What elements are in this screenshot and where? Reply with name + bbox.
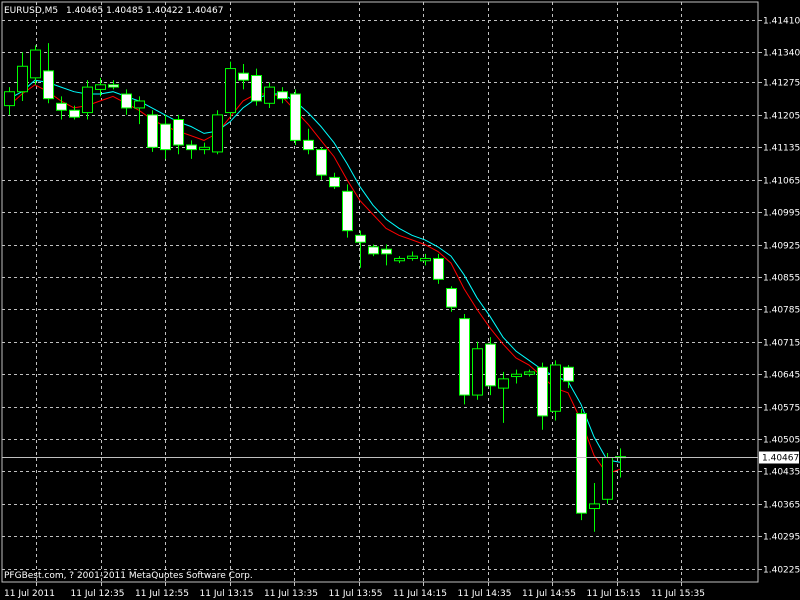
x-tick-label: 11 Jul 2011	[4, 589, 55, 599]
candle	[147, 110, 158, 152]
candle-body-bull	[212, 114, 223, 153]
y-tick-label: 1.40505	[763, 436, 800, 446]
candle	[459, 314, 470, 405]
y-tick-label: 1.40995	[763, 209, 800, 219]
candle	[576, 408, 587, 521]
candle-body-bull	[472, 348, 483, 396]
candle	[433, 253, 444, 284]
candle-body-bull	[134, 100, 145, 109]
y-tick-label: 1.40715	[763, 339, 800, 349]
candle-body-bull	[511, 373, 522, 378]
candle-body-bear	[43, 70, 54, 100]
candle-body-bear	[446, 288, 457, 308]
candle-body-bear	[576, 413, 587, 514]
candle-body-bull	[524, 371, 535, 375]
y-tick-label: 1.40645	[763, 371, 800, 381]
candle-body-bull	[420, 257, 431, 262]
candle-body-bear	[485, 343, 496, 387]
candle-body-bear	[303, 139, 314, 151]
candle	[472, 341, 483, 400]
candle	[602, 452, 613, 504]
candle	[290, 89, 301, 145]
candle-body-bear	[251, 75, 262, 102]
copyright-text: PFGBest.com, ? 2001-2011 MetaQuotes Soft…	[4, 571, 253, 581]
x-tick-label: 11 Jul 14:55	[522, 589, 576, 599]
current-price-label: 1.40467	[762, 454, 799, 464]
y-tick-label: 1.40925	[763, 242, 800, 252]
candle	[225, 61, 236, 118]
y-tick-label: 1.40225	[763, 566, 800, 576]
y-tick-label: 1.41275	[763, 79, 800, 89]
candle-body-bear	[69, 109, 80, 118]
candle-body-bull	[407, 255, 418, 259]
y-tick-label: 1.40295	[763, 533, 800, 543]
candle	[212, 110, 223, 155]
candle-body-bear	[238, 72, 249, 81]
x-tick-label: 11 Jul 12:35	[71, 589, 125, 599]
y-tick-label: 1.40855	[763, 274, 800, 284]
candle	[316, 147, 327, 180]
candle-body-bull	[498, 378, 509, 389]
candle-body-bull	[394, 257, 405, 262]
candle-body-bull	[95, 84, 106, 90]
y-tick-label: 1.40365	[763, 501, 800, 511]
candle-body-bull	[30, 49, 41, 79]
candle-body-bull	[589, 503, 600, 510]
candle-body-bull	[602, 457, 613, 500]
candle	[342, 184, 353, 238]
candle-body-bear	[147, 114, 158, 148]
symbol-label: EURUSD,M5	[4, 6, 58, 16]
x-tick-label: 11 Jul 13:55	[329, 589, 383, 599]
y-tick-label: 1.41410	[763, 17, 800, 27]
candle-body-bear	[342, 190, 353, 232]
candle-body-bear	[108, 84, 119, 88]
candle	[550, 360, 561, 421]
y-tick-label: 1.40435	[763, 468, 800, 478]
candle-body-bull	[199, 146, 210, 151]
x-tick-label: 11 Jul 14:15	[393, 589, 447, 599]
candle-body-bull	[17, 65, 28, 93]
chart-background	[0, 0, 800, 600]
y-tick-label: 1.40785	[763, 306, 800, 316]
y-tick-label: 1.41065	[763, 177, 800, 187]
candle-body-bear	[290, 93, 301, 141]
candle-body-bear	[433, 257, 444, 280]
candle-body-bear	[355, 234, 366, 243]
candle-body-bear	[173, 119, 184, 146]
candle-body-bear	[563, 366, 574, 382]
y-tick-label: 1.41205	[763, 112, 800, 122]
x-tick-label: 11 Jul 15:35	[651, 589, 705, 599]
candle-body-bear	[56, 102, 67, 111]
candle-body-bear	[537, 366, 548, 417]
ohlc-readout: 1.40465 1.40485 1.40422 1.40467	[66, 6, 223, 16]
y-tick-label: 1.41340	[763, 49, 800, 59]
candle-body-bear	[381, 248, 392, 255]
x-tick-label: 11 Jul 12:55	[135, 589, 189, 599]
candle-body-bull	[82, 86, 93, 114]
candle-body-bear	[459, 318, 470, 396]
x-tick-label: 11 Jul 13:15	[200, 589, 254, 599]
x-tick-label: 11 Jul 13:35	[264, 589, 318, 599]
candle-body-bull	[550, 364, 561, 412]
candle-body-bull	[4, 91, 15, 107]
candle-body-bear	[160, 123, 171, 151]
x-tick-label: 11 Jul 14:35	[458, 589, 512, 599]
candle-body-bear	[121, 93, 132, 109]
candle-body-bear	[316, 149, 327, 176]
y-tick-label: 1.41135	[763, 144, 800, 154]
x-tick-label: 11 Jul 15:15	[587, 589, 641, 599]
price-chart[interactable]: 1.41410 1.41340 1.41275 1.41205 1.41135 1.410…	[0, 0, 800, 600]
candle-body-bear	[368, 246, 379, 255]
candle-body-bear	[186, 144, 197, 151]
candle-body-bull	[225, 68, 236, 114]
candle-body-bull	[264, 86, 275, 104]
candle-body-bear	[277, 91, 288, 100]
y-tick-label: 1.40575	[763, 404, 800, 414]
candle-body-bear	[329, 176, 340, 188]
